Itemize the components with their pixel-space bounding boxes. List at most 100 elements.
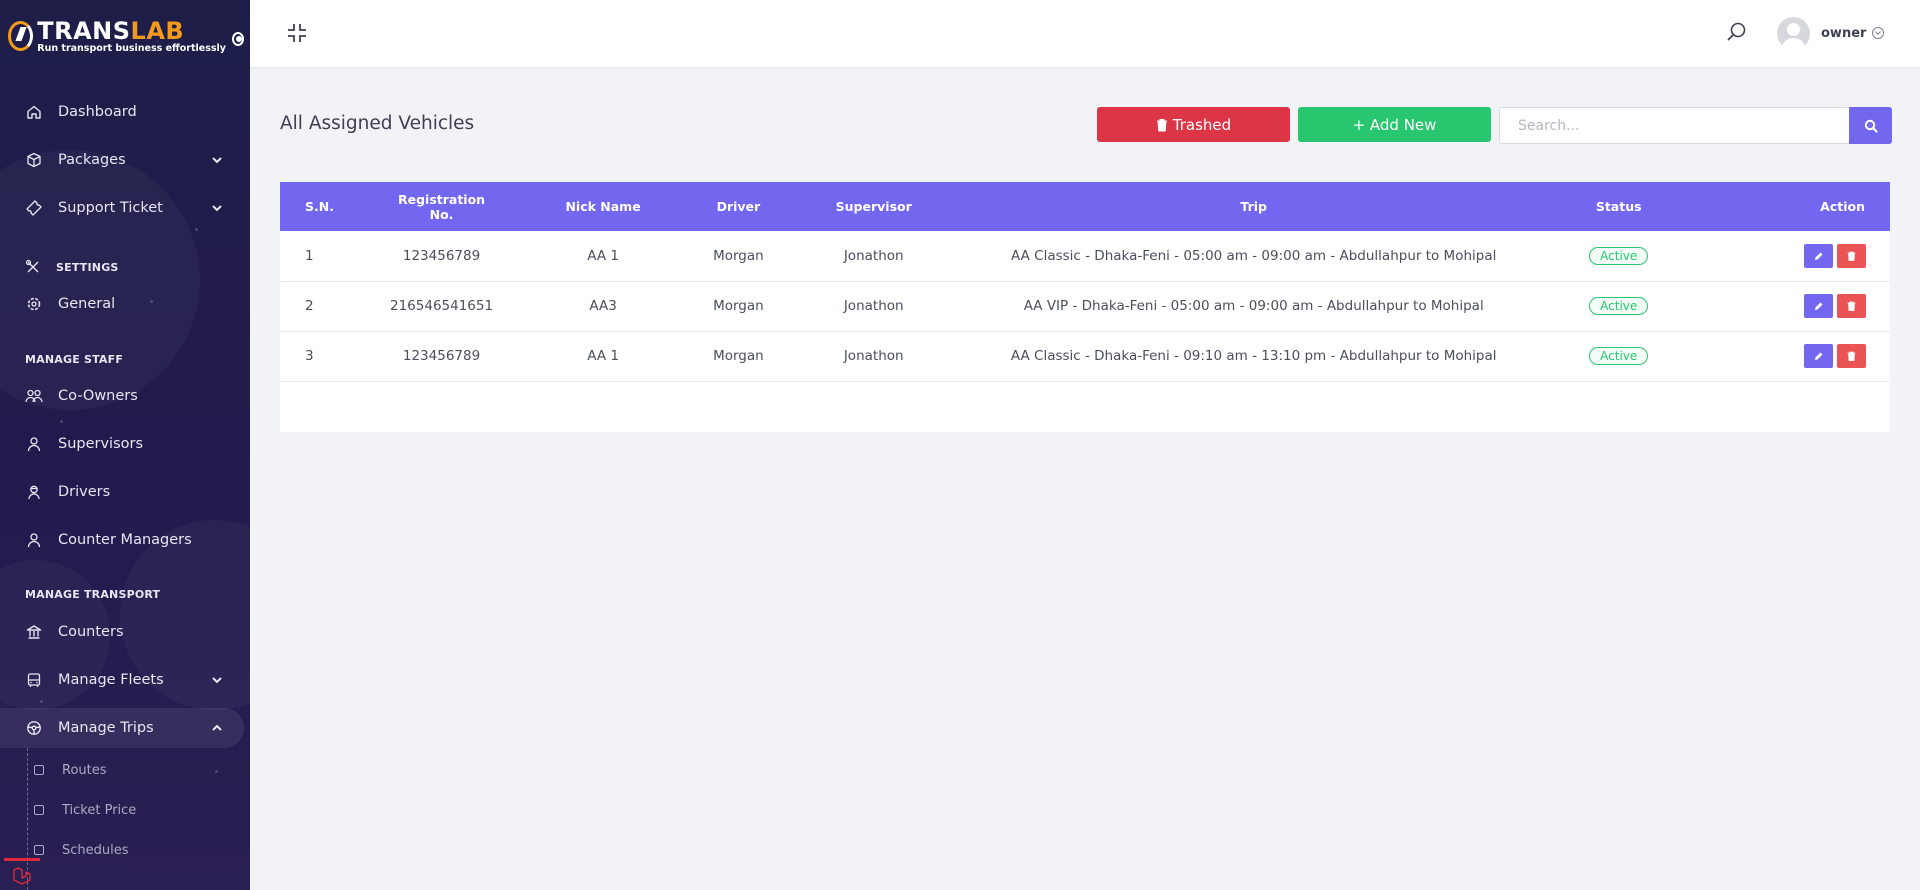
delete-button[interactable] <box>1837 294 1866 318</box>
delete-button[interactable] <box>1837 344 1866 368</box>
status-badge: Active <box>1589 297 1649 315</box>
column-header: Registration No. <box>397 191 486 222</box>
sidebar-item-label: Drivers <box>58 484 111 500</box>
cell-status: Active <box>1524 331 1714 381</box>
edit-button[interactable] <box>1804 344 1833 368</box>
trash-icon <box>1847 351 1856 361</box>
cell-action <box>1714 281 1890 331</box>
sidebar-item-supervisors[interactable]: Supervisors <box>0 424 244 464</box>
sidebar-item-label: Counter Managers <box>58 532 192 548</box>
user-menu[interactable]: owner <box>1777 16 1885 50</box>
sidebar-decoration <box>60 420 63 423</box>
sidebar-item-label: Co-Owners <box>58 388 138 404</box>
cell-registration: 216546541651 <box>390 298 494 314</box>
sidebar-item-label: Supervisors <box>58 436 144 452</box>
ticket-price-icon <box>34 805 44 815</box>
vehicles-table-card: S.N. Registration No. Nick Name Driver S… <box>280 182 1890 432</box>
sidebar-item-packages[interactable]: Packages <box>0 140 244 180</box>
sidebar-subitem-label: Schedules <box>62 842 129 858</box>
vehicles-table: S.N. Registration No. Nick Name Driver S… <box>280 182 1890 382</box>
cell-driver: Morgan <box>713 298 764 314</box>
sidebar-item-label: Manage Trips <box>58 720 154 736</box>
cell-status: Active <box>1524 231 1714 281</box>
sidebar-decoration <box>40 700 43 703</box>
cell-trip: AA Classic - Dhaka-Feni - 05:00 am - 09:… <box>1011 247 1497 264</box>
sidebar-pin-toggle-icon[interactable] <box>231 32 244 46</box>
pencil-icon <box>1814 352 1822 360</box>
delete-button[interactable] <box>1837 243 1866 268</box>
routes-icon <box>34 765 44 775</box>
cell-supervisor: Jonathon <box>843 298 904 314</box>
sidebar-subitem-schedules[interactable]: Schedules <box>28 834 238 866</box>
sidebar-item-general[interactable]: General <box>0 284 244 324</box>
add-new-button[interactable]: + Add New <box>1298 107 1491 142</box>
user-icon <box>25 531 43 549</box>
sidebar-item-dashboard[interactable]: Dashboard <box>0 92 244 132</box>
ticket-icon <box>25 199 43 217</box>
brand-logo[interactable]: TRANSLAB Run transport business effortle… <box>8 16 244 56</box>
chevron-down-icon <box>1872 27 1885 39</box>
cell-status: Active <box>1524 281 1714 331</box>
search-input[interactable] <box>1499 107 1849 144</box>
column-header: Status <box>1595 199 1642 214</box>
cell-sn: 2 <box>305 298 314 314</box>
pencil-icon <box>1814 302 1822 310</box>
driver-icon <box>25 483 43 501</box>
table-row: 2 216546541651 AA3 Morgan Jonathon AA VI… <box>280 281 1890 331</box>
search-bar <box>1499 107 1892 144</box>
search-icon[interactable] <box>1725 20 1749 44</box>
avatar <box>1777 16 1810 50</box>
sidebar-item-manage-trips[interactable]: Manage Trips <box>0 708 244 748</box>
tools-icon <box>25 259 39 273</box>
section-label: SETTINGS <box>56 260 119 274</box>
section-manage-staff: MANAGE STAFF <box>25 353 124 366</box>
pencil-icon <box>1814 252 1822 260</box>
cell-supervisor: Jonathon <box>843 348 904 364</box>
cell-trip: AA Classic - Dhaka-Feni - 09:10 am - 13:… <box>1010 348 1497 364</box>
trashed-button[interactable]: Trashed <box>1097 107 1290 142</box>
home-icon <box>25 103 43 121</box>
steering-wheel-icon <box>25 719 43 737</box>
section-manage-transport: MANAGE TRANSPORT <box>25 588 161 601</box>
column-header: Nick Name <box>565 199 641 214</box>
status-badge: Active <box>1589 246 1649 265</box>
cell-nick-name: AA3 <box>589 298 617 314</box>
laravel-icon <box>4 858 40 890</box>
sidebar-item-label: General <box>58 296 116 312</box>
column-header: Driver <box>716 199 761 214</box>
sidebar-item-co-owners[interactable]: Co-Owners <box>0 376 244 416</box>
column-header: S.N. <box>305 199 334 214</box>
sidebar-subitem-ticket-price[interactable]: Ticket Price <box>28 794 238 826</box>
user-icon <box>25 435 43 453</box>
edit-button[interactable] <box>1804 243 1833 268</box>
status-badge: Active <box>1589 347 1649 365</box>
section-settings: SETTINGS <box>25 259 119 275</box>
add-new-label: + Add New <box>1352 115 1437 134</box>
edit-button[interactable] <box>1804 294 1833 318</box>
cell-trip: AA VIP - Dhaka-Feni - 05:00 am - 09:00 a… <box>1023 298 1484 314</box>
search-icon <box>1864 119 1878 133</box>
sidebar-subitem-label: Routes <box>62 762 107 778</box>
sidebar-item-manage-fleets[interactable]: Manage Fleets <box>0 660 244 700</box>
column-header: Trip <box>1240 199 1267 214</box>
sidebar-subitem-routes[interactable]: Routes <box>28 754 238 786</box>
table-header-row: S.N. Registration No. Nick Name Driver S… <box>280 182 1890 231</box>
user-name: owner <box>1821 25 1867 41</box>
sidebar-item-support-ticket[interactable]: Support Ticket <box>0 188 244 228</box>
sidebar-subitem-label: Ticket Price <box>62 802 137 818</box>
collapse-icon[interactable] <box>285 21 309 45</box>
sidebar-item-label: Counters <box>58 624 124 640</box>
cell-nick-name: AA 1 <box>587 247 619 264</box>
users-icon <box>25 387 43 405</box>
trash-icon <box>1847 251 1856 261</box>
search-button[interactable] <box>1849 107 1892 144</box>
cell-supervisor: Jonathon <box>843 247 904 264</box>
brand-name-accent: LAB <box>130 16 185 45</box>
page-title: All Assigned Vehicles <box>280 113 475 134</box>
sidebar-item-counters[interactable]: Counters <box>0 612 244 652</box>
column-header: Supervisor <box>835 199 912 214</box>
sidebar-item-label: Support Ticket <box>58 200 163 216</box>
sidebar-item-counter-managers[interactable]: Counter Managers <box>0 520 244 560</box>
sidebar-item-drivers[interactable]: Drivers <box>0 472 244 512</box>
sidebar-item-label: Packages <box>58 152 126 168</box>
